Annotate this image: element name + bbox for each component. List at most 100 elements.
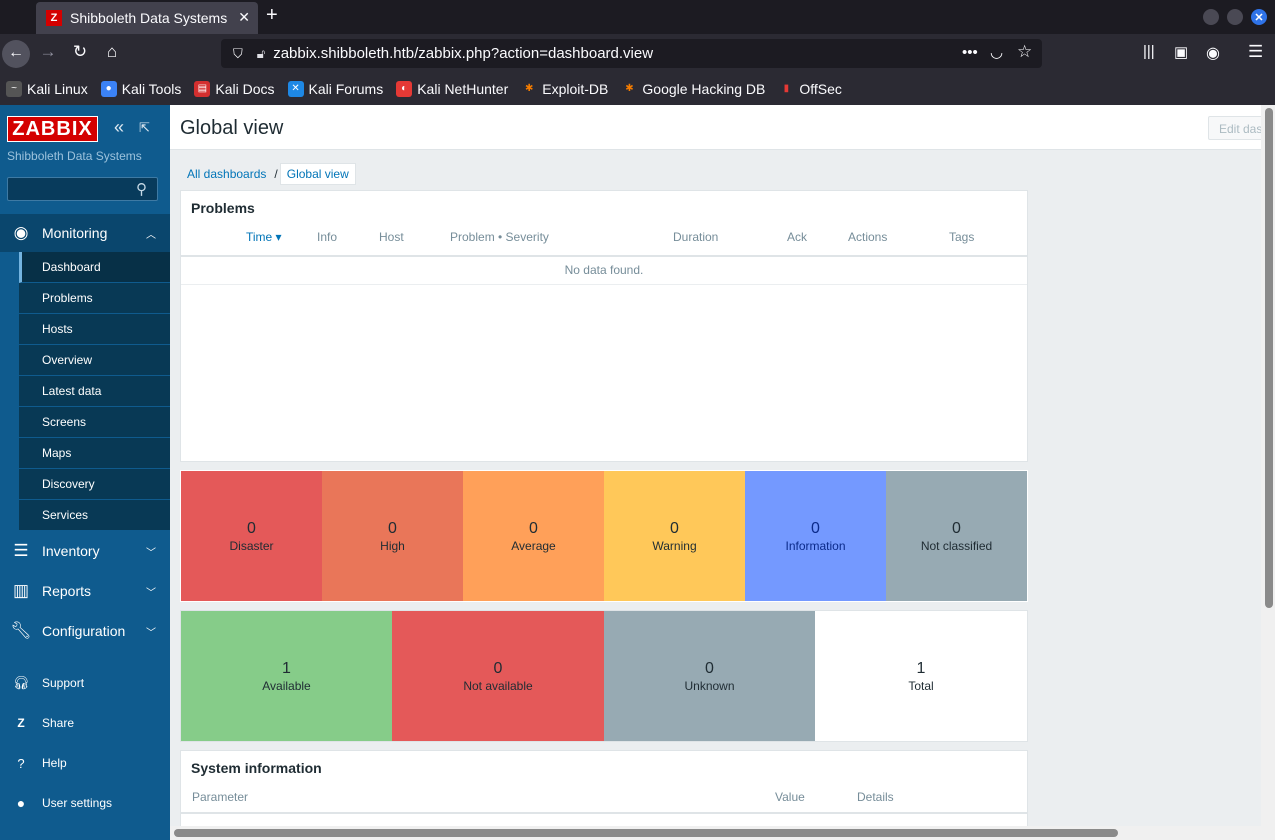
reload-button[interactable]: ↻ [68, 42, 92, 62]
severity-disaster[interactable]: 0 Disaster [181, 471, 322, 601]
kali-nethunter-icon: ◐ [396, 80, 413, 97]
bookmark-google-hacking-db[interactable]: ✱ Google Hacking DB [621, 81, 765, 97]
system-information-title: System information [191, 760, 322, 776]
zabbix-logo[interactable]: ZABBIX [7, 116, 98, 142]
menu-item-latest-data[interactable]: Latest data [19, 376, 170, 407]
hide-sidebar-icon[interactable]: ⇱ [139, 120, 150, 136]
organization-name: Shibboleth Data Systems [7, 149, 142, 163]
url-text[interactable]: zabbix.shibboleth.htb/zabbix.php?action=… [273, 45, 653, 62]
column-ack: Ack [787, 230, 808, 244]
column-duration: Duration [673, 230, 719, 244]
close-window-button[interactable]: ✕ [1251, 9, 1267, 25]
menu-share[interactable]: Z Share [0, 703, 170, 743]
user-icon: ● [16, 795, 26, 811]
menu-support[interactable]: 🎧︎ Support [0, 663, 170, 703]
bookmark-star-icon[interactable]: ☆ [1017, 42, 1032, 62]
bookmarks-toolbar: ~ Kali Linux ● Kali Tools ▤ Kali Docs ✕ Kali… [0, 72, 1275, 105]
severity-high[interactable]: 0 High [322, 471, 463, 601]
bookmark-kali-tools[interactable]: ● Kali Tools [100, 80, 181, 97]
kali-forums-icon: ✕ [287, 80, 304, 97]
menu-item-discovery[interactable]: Discovery [19, 469, 170, 500]
menu-item-problems[interactable]: Problems [19, 283, 170, 314]
account-icon[interactable]: ◉ [1206, 43, 1220, 63]
collapse-sidebar-icon[interactable]: « [114, 117, 124, 138]
url-bar[interactable]: ⛉ 🔓︎ zabbix.shibboleth.htb/zabbix.php?ac… [221, 39, 1042, 68]
close-tab-icon[interactable]: ✕ [238, 9, 250, 26]
menu-item-hosts[interactable]: Hosts [19, 314, 170, 345]
column-time[interactable]: Time ▾ [246, 230, 282, 244]
app-menu-icon[interactable]: ☰ [1248, 42, 1263, 62]
chevron-down-icon: ﹀ [146, 547, 156, 559]
tab-title: Shibboleth Data Systems [70, 10, 228, 26]
help-icon: ? [17, 755, 25, 771]
offsec-icon: ▮ [783, 82, 790, 94]
column-info: Info [317, 230, 338, 244]
zabbix-favicon-icon: Z [46, 10, 62, 26]
hosts-unknown[interactable]: 0 Unknown [604, 611, 815, 741]
vertical-scrollbar-thumb[interactable] [1265, 108, 1273, 608]
bookmark-kali-linux[interactable]: ~ Kali Linux [6, 80, 88, 97]
severity-information[interactable]: 0 Information [745, 471, 886, 601]
kali-dragon-icon: ~ [6, 80, 22, 97]
search-icon[interactable]: ⚲ [136, 180, 147, 198]
exploit-db-icon: ✱ [525, 82, 534, 94]
breadcrumb-all-dashboards[interactable]: All dashboards [181, 167, 272, 181]
kali-tools-icon: ● [100, 80, 117, 97]
ghdb-icon: ✱ [625, 82, 634, 94]
hosts-available[interactable]: 1 Available [181, 611, 392, 741]
menu-user-settings[interactable]: ● User settings [0, 783, 170, 823]
menu-item-services[interactable]: Services [19, 500, 170, 531]
eye-icon: ◉ [13, 223, 29, 242]
insecure-lock-icon[interactable]: 🔓︎ [257, 46, 265, 62]
column-value: Value [775, 790, 805, 804]
bookmark-kali-docs[interactable]: ▤ Kali Docs [194, 80, 275, 97]
breadcrumb-separator: / [274, 166, 278, 181]
page-actions-icon[interactable]: ••• [962, 44, 978, 61]
browser-tab[interactable]: Z Shibboleth Data Systems ✕ [36, 2, 258, 34]
hosts-not-available[interactable]: 0 Not available [392, 611, 604, 741]
headset-icon: 🎧︎ [12, 675, 30, 690]
edit-dashboard-button[interactable]: Edit dashboard [1208, 116, 1268, 140]
problems-widget: Problems [180, 190, 1028, 462]
menu-inventory[interactable]: ☰ Inventory ﹀ [0, 531, 170, 571]
menu-item-dashboard[interactable]: Dashboard [19, 252, 170, 283]
menu-configuration[interactable]: 🔧︎ Configuration ﹀ [0, 611, 170, 651]
menu-item-overview[interactable]: Overview [19, 345, 170, 376]
severity-average[interactable]: 0 Average [463, 471, 604, 601]
forward-button[interactable]: → [36, 42, 60, 62]
wrench-icon: 🔧︎ [10, 621, 32, 640]
sidebar-toggle-icon[interactable]: ▣ [1174, 43, 1188, 61]
menu-item-maps[interactable]: Maps [19, 438, 170, 469]
no-data-message: No data found. [181, 255, 1027, 285]
menu-help[interactable]: ? Help [0, 743, 170, 783]
menu-monitoring[interactable]: ◉ Monitoring ︿ [0, 214, 170, 252]
pocket-icon[interactable]: ◡ [990, 43, 1003, 61]
severity-not-classified[interactable]: 0 Not classified [886, 471, 1027, 601]
home-button[interactable]: ⌂ [100, 42, 124, 62]
shield-icon[interactable]: ⛉ [233, 46, 243, 62]
minimize-window-button[interactable] [1203, 9, 1219, 25]
table-header-divider [181, 812, 1027, 814]
library-icon[interactable]: ||| [1143, 43, 1155, 60]
bookmark-kali-nethunter[interactable]: ◐ Kali NetHunter [396, 80, 508, 97]
bar-chart-icon: ▥ [12, 581, 30, 600]
severity-warning[interactable]: 0 Warning [604, 471, 745, 601]
column-problem-severity: Problem • Severity [450, 230, 549, 244]
breadcrumb: All dashboards / Global view [181, 162, 356, 185]
chevron-up-icon: ︿ [146, 229, 156, 241]
bookmark-offsec[interactable]: ▮ OffSec [778, 81, 842, 97]
breadcrumb-global-view[interactable]: Global view [279, 162, 356, 185]
maximize-window-button[interactable] [1227, 9, 1243, 25]
chevron-down-icon: ﹀ [146, 587, 156, 599]
bookmark-exploit-db[interactable]: ✱ Exploit-DB [521, 81, 608, 97]
bookmark-kali-forums[interactable]: ✕ Kali Forums [287, 80, 383, 97]
new-tab-button[interactable]: + [266, 4, 278, 27]
hosts-total[interactable]: 1 Total [815, 611, 1027, 741]
menu-item-screens[interactable]: Screens [19, 407, 170, 438]
back-button[interactable]: ← [2, 40, 30, 68]
menu-reports[interactable]: ▥ Reports ﹀ [0, 571, 170, 611]
page-title: Global view [180, 117, 284, 139]
column-details: Details [857, 790, 894, 804]
problems-widget-title: Problems [191, 200, 255, 216]
horizontal-scrollbar-thumb[interactable] [174, 829, 1118, 837]
